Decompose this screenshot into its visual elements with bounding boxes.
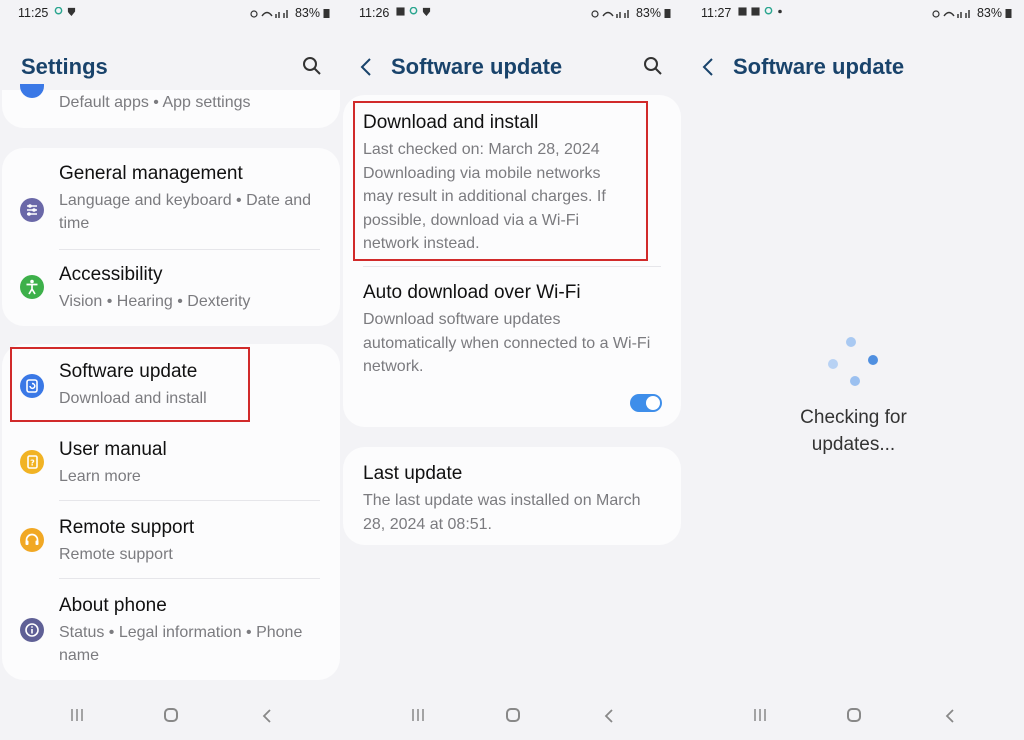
recent-apps-icon[interactable]: [70, 708, 84, 722]
nav-bar: [341, 696, 683, 740]
status-time: 11:25: [18, 6, 49, 20]
loading-spinner: [823, 335, 883, 395]
status-bar: 11:25 83%: [0, 0, 342, 28]
checking-text: Checking for updates...: [683, 404, 1024, 458]
last-update-card[interactable]: Last update The last update was installe…: [343, 447, 681, 545]
divider: [59, 500, 320, 501]
page-title: Settings: [21, 54, 108, 79]
item-title: Remote support: [59, 517, 195, 538]
status-bar: 11:27 83%: [683, 0, 1024, 28]
settings-screen: 11:25 83% Settings Default apps • App se…: [0, 0, 342, 740]
back-arrow-icon[interactable]: [701, 57, 715, 77]
back-nav-icon[interactable]: [262, 708, 272, 724]
image-icon: [751, 7, 760, 16]
location-icon: [54, 7, 63, 15]
back-arrow-icon[interactable]: [359, 57, 373, 77]
battery-level: 83%: [294, 6, 320, 20]
svg-text:?: ?: [30, 459, 35, 468]
battery-icon: [664, 9, 671, 18]
toggle-knob: [646, 396, 660, 410]
page-title: Software update: [391, 54, 563, 79]
recent-apps-icon[interactable]: [411, 708, 425, 722]
recent-apps-icon[interactable]: [753, 708, 767, 722]
nav-bar: [0, 696, 342, 740]
spinner-dot: [846, 337, 856, 347]
back-nav-icon[interactable]: [604, 708, 614, 724]
notification-dot-icon: [778, 9, 782, 14]
software-update-screen: 11:26 83% Software update Download and i…: [341, 0, 683, 740]
battery-level: 83%: [976, 6, 1002, 20]
item-title: General management: [59, 163, 243, 184]
back-nav-icon[interactable]: [945, 708, 955, 724]
page-title: Software update: [733, 54, 905, 79]
auto-download-toggle[interactable]: [630, 394, 662, 412]
location-icon: [764, 7, 773, 15]
status-time: 11:26: [359, 6, 390, 20]
last-update-title: Last update: [363, 463, 463, 484]
search-icon[interactable]: [643, 56, 663, 76]
auto-download-title: Auto download over Wi-Fi: [363, 282, 581, 303]
item-subtitle: Remote support: [59, 546, 173, 563]
shield-icon: [422, 7, 431, 16]
item-subtitle: Learn more: [59, 468, 141, 485]
spinner-dot: [868, 355, 878, 365]
settings-item-about-phone[interactable]: About phone Status • Legal information •…: [2, 594, 340, 674]
settings-card-general: General management Language and keyboard…: [2, 148, 340, 326]
settings-item-remote-support[interactable]: Remote support Remote support: [2, 516, 340, 572]
item-title: Accessibility: [59, 264, 163, 285]
auto-download-item[interactable]: Auto download over Wi-Fi Download softwa…: [363, 281, 653, 379]
search-icon[interactable]: [302, 56, 322, 76]
apps-subtitle: Default apps • App settings: [59, 94, 251, 111]
checking-updates-screen: 11:27 83% Software update Checking for u…: [683, 0, 1024, 740]
item-subtitle: Vision • Hearing • Dexterity: [59, 293, 251, 310]
manual-icon: ?: [20, 450, 44, 474]
auto-download-description: Download software updates automatically …: [363, 311, 651, 375]
signal-icons: [932, 9, 970, 18]
signal-icons: [591, 9, 629, 18]
info-icon: [20, 618, 44, 642]
home-icon[interactable]: [847, 708, 861, 722]
checking-label: Checking for updates...: [800, 407, 907, 455]
image-icon: [396, 7, 405, 16]
accessibility-icon: [20, 275, 44, 299]
edit-icon: [738, 7, 747, 16]
nav-bar: [683, 696, 1024, 740]
divider: [363, 266, 661, 267]
status-bar: 11:26 83%: [341, 0, 683, 28]
settings-item-user-manual[interactable]: ? User manual Learn more: [2, 438, 340, 494]
divider: [59, 578, 320, 579]
settings-item-general-management[interactable]: General management Language and keyboard…: [2, 162, 340, 254]
last-update-description: The last update was installed on March 2…: [363, 492, 641, 533]
battery-icon: [323, 9, 330, 18]
highlight-box: [353, 101, 648, 261]
item-subtitle: Language and keyboard • Date and time: [59, 192, 312, 232]
status-time: 11:27: [701, 6, 732, 20]
shield-icon: [67, 7, 76, 16]
battery-level: 83%: [635, 6, 661, 20]
settings-item-accessibility[interactable]: Accessibility Vision • Hearing • Dexteri…: [2, 263, 340, 319]
spinner-dot: [828, 359, 838, 369]
apps-icon: [20, 84, 44, 98]
item-title: User manual: [59, 439, 167, 460]
headset-icon: [20, 528, 44, 552]
signal-icons: [250, 9, 288, 18]
battery-icon: [1005, 9, 1012, 18]
sliders-icon: [20, 198, 44, 222]
home-icon[interactable]: [506, 708, 520, 722]
location-icon: [409, 7, 418, 15]
home-icon[interactable]: [164, 708, 178, 722]
spinner-dot: [850, 376, 860, 386]
apps-card[interactable]: Default apps • App settings: [2, 84, 340, 128]
item-subtitle: Status • Legal information • Phone name: [59, 624, 303, 664]
item-title: About phone: [59, 595, 167, 616]
divider: [59, 249, 320, 250]
highlight-box: [10, 347, 250, 422]
